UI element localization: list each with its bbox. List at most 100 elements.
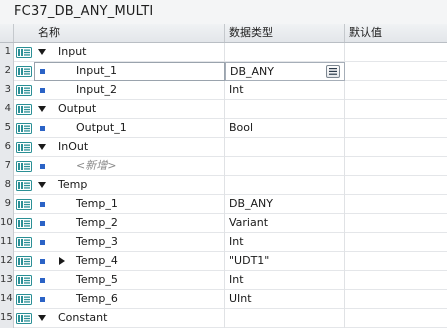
header-default-value[interactable]: 默认值 [345,24,447,42]
bullet-icon [40,240,45,245]
datatype-value: Int [229,273,244,286]
row-number[interactable]: 8 [0,176,14,195]
parameter-name: Temp_6 [76,292,118,305]
triangle-down-icon[interactable] [38,315,46,321]
row-number[interactable]: 4 [0,100,14,119]
cell-default-value[interactable] [345,271,447,290]
cell-datatype[interactable]: UInt [225,290,345,309]
cell-datatype[interactable]: Int [225,233,345,252]
cell-datatype[interactable]: DB_ANY [225,195,345,214]
cell-default-value[interactable] [345,62,447,81]
row-number[interactable]: 15 [0,309,14,328]
cell-default-value[interactable] [345,176,447,195]
triangle-down-icon[interactable] [38,49,46,55]
triangle-down-icon[interactable] [38,144,46,150]
row-number[interactable]: 3 [0,81,14,100]
cell-default-value[interactable] [345,195,447,214]
row-number[interactable]: 13 [0,271,14,290]
cell-default-value[interactable] [345,43,447,62]
table-row[interactable]: 1 Input [0,43,447,62]
cell-datatype[interactable] [225,157,345,176]
table-row[interactable]: 12 Temp_4 "UDT1" [0,252,447,271]
cell-name[interactable]: Output_1 [34,119,225,138]
cell-default-value[interactable] [345,138,447,157]
table-row[interactable]: 9 Temp_1 DB_ANY [0,195,447,214]
table-row[interactable]: 4 Output [0,100,447,119]
cell-datatype[interactable] [225,100,345,119]
triangle-down-icon[interactable] [38,106,46,112]
parameter-name: Temp_4 [76,254,118,267]
table-row[interactable]: 10 Temp_2 Variant [0,214,447,233]
table-row[interactable]: 13 Temp_5 Int [0,271,447,290]
cell-default-value[interactable] [345,119,447,138]
table-row[interactable]: 11 Temp_3 Int [0,233,447,252]
interface-parameter-icon [16,180,32,191]
parameter-name: Temp_2 [76,216,118,229]
row-number[interactable]: 9 [0,195,14,214]
bullet-icon [40,164,45,169]
row-number[interactable]: 6 [0,138,14,157]
interface-parameter-icon [16,142,32,153]
cell-datatype[interactable]: "UDT1" [225,252,345,271]
header-datatype[interactable]: 数据类型 [225,24,345,42]
header-name[interactable]: 名称 [14,24,225,42]
cell-default-value[interactable] [345,233,447,252]
cell-default-value[interactable] [345,309,447,328]
table-row[interactable]: 15 Constant [0,309,447,328]
table-row[interactable]: 8 Temp [0,176,447,195]
datatype-list-icon[interactable] [326,65,340,78]
cell-datatype[interactable] [225,309,345,328]
cell-datatype[interactable]: Bool [225,119,345,138]
cell-default-value[interactable] [345,100,447,119]
header-rownum [0,24,14,42]
table-row[interactable]: 14 Temp_6 UInt [0,290,447,309]
row-number[interactable]: 10 [0,214,14,233]
cell-default-value[interactable] [345,290,447,309]
triangle-down-icon[interactable] [38,182,46,188]
cell-name[interactable]: Temp_4 [34,252,225,271]
row-number[interactable]: 14 [0,290,14,309]
block-title: FC37_DB_ANY_MULTI [14,4,154,19]
row-number[interactable]: 7 [0,157,14,176]
cell-default-value[interactable] [345,252,447,271]
cell-datatype[interactable]: Int [225,271,345,290]
cell-name[interactable]: Input [34,43,225,62]
cell-name[interactable]: Constant [34,309,225,328]
cell-name[interactable]: Temp_6 [34,290,225,309]
table-row[interactable]: 3 Input_2 Int [0,81,447,100]
cell-datatype[interactable] [225,43,345,62]
cell-name[interactable]: <新增> [34,157,225,176]
cell-datatype[interactable]: Int [225,81,345,100]
interface-parameter-icon [16,199,32,210]
bullet-icon [40,126,45,131]
cell-name[interactable]: Input_1 [34,62,225,81]
triangle-right-icon[interactable] [59,257,65,265]
cell-default-value[interactable] [345,157,447,176]
cell-datatype[interactable] [225,176,345,195]
row-number[interactable]: 1 [0,43,14,62]
section-label: Output [58,102,97,115]
cell-name[interactable]: Output [34,100,225,119]
cell-name[interactable]: Temp_1 [34,195,225,214]
row-number[interactable]: 11 [0,233,14,252]
cell-datatype[interactable] [225,138,345,157]
table-row[interactable]: 5 Output_1 Bool [0,119,447,138]
cell-name[interactable]: Temp_3 [34,233,225,252]
interface-parameter-icon [16,47,32,58]
cell-name[interactable]: Input_2 [34,81,225,100]
table-row[interactable]: 7 <新增> [0,157,447,176]
table-row[interactable]: 2 Input_1 DB_ANY [0,62,447,81]
cell-datatype[interactable]: DB_ANY [225,62,345,81]
cell-name[interactable]: Temp [34,176,225,195]
cell-default-value[interactable] [345,214,447,233]
table-row[interactable]: 6 InOut [0,138,447,157]
cell-name[interactable]: InOut [34,138,225,157]
parameter-name: Output_1 [76,121,127,134]
row-number[interactable]: 5 [0,119,14,138]
row-number[interactable]: 2 [0,62,14,81]
cell-name[interactable]: Temp_5 [34,271,225,290]
row-number[interactable]: 12 [0,252,14,271]
cell-name[interactable]: Temp_2 [34,214,225,233]
cell-default-value[interactable] [345,81,447,100]
cell-datatype[interactable]: Variant [225,214,345,233]
